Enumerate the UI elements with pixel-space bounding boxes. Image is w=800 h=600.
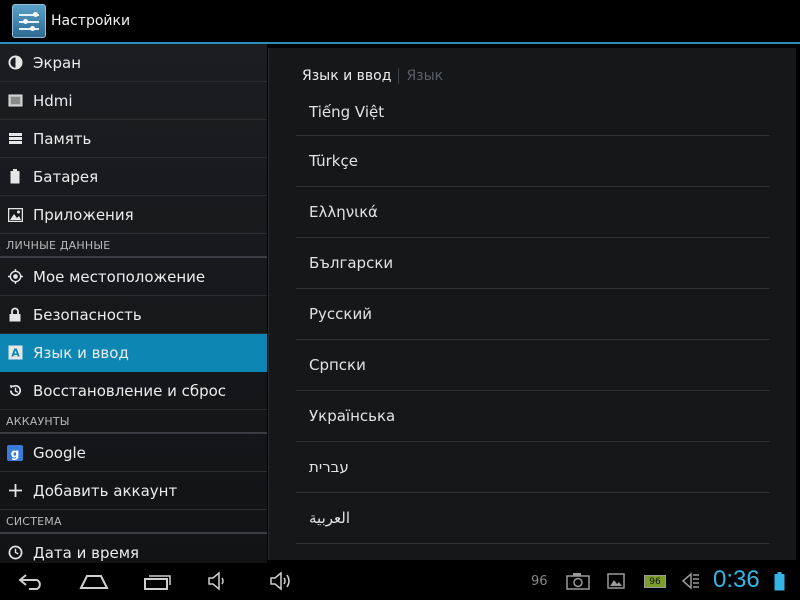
recent-apps-button[interactable]: [142, 569, 172, 593]
lock-icon: [7, 307, 23, 323]
sidebar-item-label: Батарея: [33, 167, 99, 186]
sidebar-item-label: Безопасность: [33, 305, 142, 324]
notification-count: 96: [531, 574, 548, 589]
svg-text:A: A: [11, 347, 20, 360]
recent-apps-icon: [144, 575, 171, 590]
language-option[interactable]: Русский: [296, 289, 770, 340]
back-icon: [18, 574, 41, 590]
sidebar-item-restore-reset[interactable]: Восстановление и сброс: [0, 372, 267, 410]
volume-up-button[interactable]: [268, 569, 296, 593]
brightness-icon: [7, 55, 23, 71]
back-button[interactable]: [16, 569, 46, 593]
sidebar-item-google[interactable]: g Google: [0, 434, 267, 472]
usb-debug-icon: [681, 572, 699, 590]
sidebar-item-label: Hdmi: [33, 91, 73, 110]
sidebar-item-label: Добавить аккаунт: [33, 481, 178, 500]
sidebar-item-add-account[interactable]: Добавить аккаунт: [0, 472, 267, 510]
section-header-system: СИСТЕМА: [0, 510, 267, 534]
breadcrumb: Язык и ввод Язык: [302, 68, 443, 84]
screenshot-notification[interactable]: [566, 569, 590, 593]
battery-status-icon: 96: [644, 575, 666, 588]
settings-app-icon[interactable]: [12, 4, 46, 38]
language-option[interactable]: العربية: [296, 493, 770, 544]
section-header-accounts: АККАУНТЫ: [0, 410, 267, 434]
sidebar-item-screen[interactable]: Экран: [0, 44, 267, 82]
breadcrumb-language: Язык: [406, 68, 444, 84]
sidebar-item-label: Мое местоположение: [33, 267, 206, 286]
gallery-notification[interactable]: [606, 569, 626, 593]
sidebar-item-apps[interactable]: Приложения: [0, 196, 267, 234]
home-button[interactable]: [78, 569, 110, 593]
home-icon: [79, 575, 109, 589]
language-option[interactable]: Tiếng Việt: [296, 98, 770, 136]
sidebar-item-location[interactable]: Мое местоположение: [0, 258, 267, 296]
svg-text:g: g: [11, 446, 20, 460]
sidebar-item-label: Память: [33, 129, 92, 148]
language-option[interactable]: עברית: [296, 442, 770, 493]
sidebar-item-label: Google: [33, 443, 86, 462]
action-bar: Настройки: [0, 0, 800, 44]
sidebar-item-label: Экран: [33, 53, 82, 72]
volume-down-button[interactable]: [206, 569, 232, 593]
sidebar-item-label: Язык и ввод: [33, 343, 129, 362]
location-icon: [7, 269, 23, 285]
sidebar-item-security[interactable]: Безопасность: [0, 296, 267, 334]
breadcrumb-language-input[interactable]: Язык и ввод: [302, 68, 391, 84]
sidebar-item-date-time[interactable]: Дата и время: [0, 534, 267, 566]
storage-icon: [7, 131, 23, 147]
camera-icon: [566, 573, 590, 590]
usb-debug-notification[interactable]: [680, 569, 702, 593]
volume-down-icon: [208, 571, 224, 591]
language-option[interactable]: Українська: [296, 391, 770, 442]
language-icon: A: [7, 345, 23, 361]
sidebar-item-label: Восстановление и сброс: [33, 381, 227, 400]
volume-up-icon: [270, 571, 290, 591]
app-title: Настройки: [51, 13, 131, 29]
sidebar-item-hdmi[interactable]: Hdmi: [0, 82, 267, 120]
section-header-personal: ЛИЧНЫЕ ДАННЫЕ: [0, 234, 267, 258]
system-navigation-bar: 96 96 0:36: [0, 563, 800, 600]
plus-icon: [7, 483, 23, 499]
language-option[interactable]: Српски: [296, 340, 770, 391]
apps-icon: [7, 207, 23, 223]
language-list: Tiếng Việt Türkçe Ελληνικά Български Рус…: [296, 98, 770, 544]
sidebar-item-language-input[interactable]: A Язык и ввод: [0, 334, 267, 372]
sidebar-item-label: Дата и время: [33, 543, 140, 562]
status-clock[interactable]: 0:36: [713, 566, 760, 594]
clock-icon: [7, 545, 23, 561]
settings-sidebar: Экран Hdmi Память Батарея Приложения ЛИЧ…: [0, 44, 267, 566]
battery-level-icon: [774, 572, 785, 591]
language-option[interactable]: Български: [296, 238, 770, 289]
hdmi-icon: [7, 93, 23, 109]
language-option[interactable]: Türkçe: [296, 136, 770, 187]
battery-icon: [7, 169, 23, 185]
image-icon: [607, 573, 625, 589]
sidebar-item-storage[interactable]: Память: [0, 120, 267, 158]
sidebar-item-label: Приложения: [33, 205, 134, 224]
language-option[interactable]: Ελληνικά: [296, 187, 770, 238]
language-detail-pane: Язык и ввод Язык Tiếng Việt Türkçe Ελλην…: [268, 48, 796, 560]
restore-icon: [7, 383, 23, 399]
google-icon: g: [7, 444, 23, 461]
sidebar-item-battery[interactable]: Батарея: [0, 158, 267, 196]
breadcrumb-separator: [398, 68, 400, 84]
